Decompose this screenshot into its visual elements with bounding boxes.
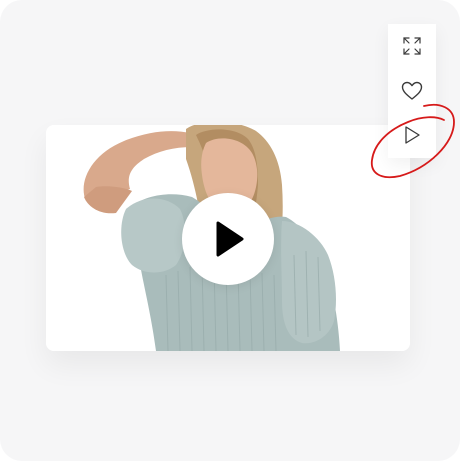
play-icon — [216, 221, 244, 257]
video-play-button[interactable] — [182, 193, 274, 285]
play-icon — [405, 126, 420, 144]
media-toolbar — [388, 24, 436, 158]
play-video-button[interactable] — [388, 113, 436, 157]
heart-icon — [401, 81, 423, 100]
video-player[interactable] — [46, 125, 410, 351]
expand-icon — [403, 37, 421, 55]
expand-button[interactable] — [388, 24, 436, 68]
favorite-button[interactable] — [388, 69, 436, 113]
product-media-card — [0, 0, 460, 461]
